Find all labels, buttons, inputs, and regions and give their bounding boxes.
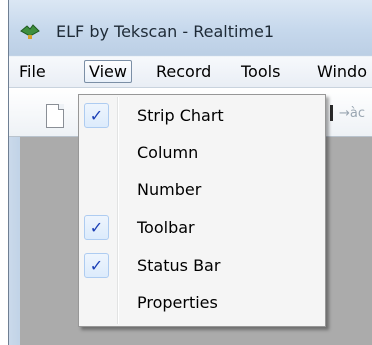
menu-item-number[interactable]: Number [81,174,323,204]
menu-item-column[interactable]: Column [81,137,323,167]
view-menu-dropdown: ✓ Strip Chart Column Number ✓ Toolbar ✓ … [78,94,326,327]
menu-item-strip-chart[interactable]: ✓ Strip Chart [81,100,323,130]
menu-item-label: Properties [137,293,218,312]
cursor-icon[interactable] [330,105,336,121]
menu-item-label: Toolbar [137,218,195,237]
menu-window[interactable]: Windo [313,61,371,82]
menu-record[interactable]: Record [152,61,215,82]
title-bar[interactable]: ELF by Tekscan - Realtime1 [9,0,372,55]
new-document-icon[interactable] [46,104,64,128]
menu-item-label: Status Bar [137,256,221,275]
window-title: ELF by Tekscan - Realtime1 [56,22,275,41]
menu-item-status-bar[interactable]: ✓ Status Bar [81,250,323,280]
menu-item-label: Strip Chart [137,106,224,125]
checkmark-icon: ✓ [84,103,109,128]
menu-item-label: Column [137,143,199,162]
checkmark-icon: ✓ [84,215,109,240]
menu-item-label: Number [137,180,202,199]
menu-bar: File View Record Tools Windo [9,56,372,88]
menu-tools[interactable]: Tools [237,61,284,82]
checkmark-icon: ✓ [84,253,109,278]
menu-file[interactable]: File [15,61,50,82]
menu-view[interactable]: View [84,60,132,83]
app-logo-icon [20,24,40,39]
zoom-icon[interactable]: →àc [339,103,372,125]
menu-item-properties[interactable]: Properties [81,287,323,317]
client-frame-left [9,137,20,345]
menu-item-toolbar[interactable]: ✓ Toolbar [81,212,323,242]
